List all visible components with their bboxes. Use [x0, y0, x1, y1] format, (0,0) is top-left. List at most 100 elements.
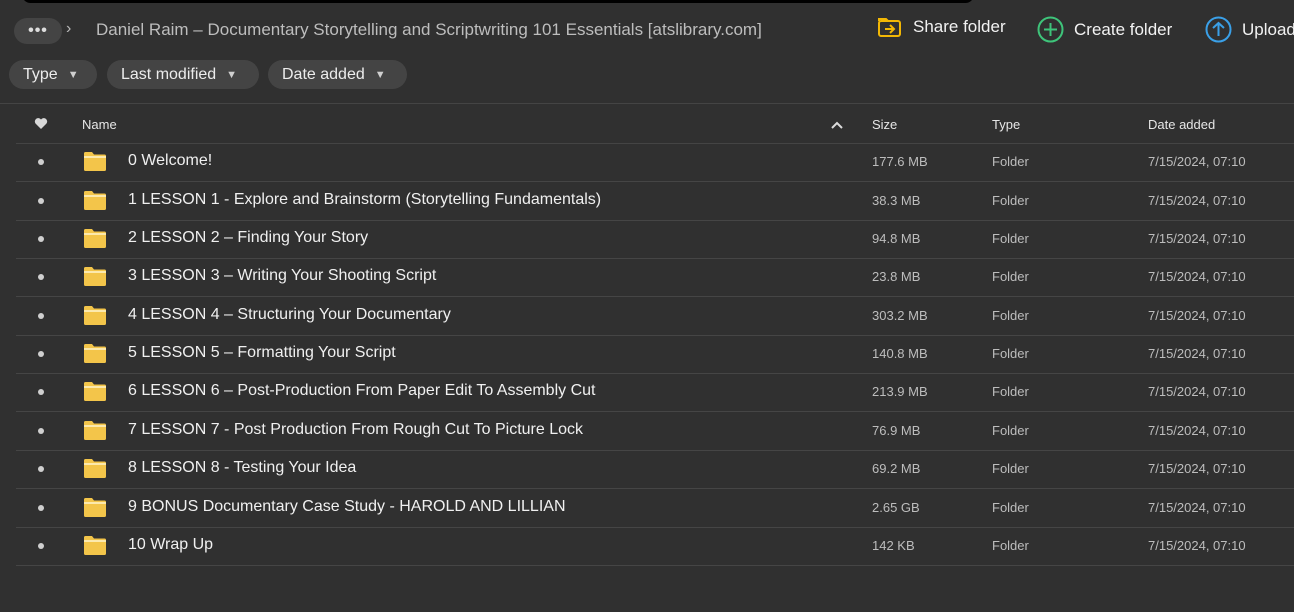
table-row[interactable]: 4 LESSON 4 – Structuring Your Documentar… [16, 297, 1294, 336]
row-type: Folder [992, 193, 1029, 208]
row-type: Folder [992, 538, 1029, 553]
row-size: 177.6 MB [872, 154, 928, 169]
row-type: Folder [992, 346, 1029, 361]
row-name[interactable]: 6 LESSON 6 – Post-Production From Paper … [128, 382, 595, 400]
row-name[interactable]: 0 Welcome! [128, 152, 212, 170]
column-header-date-added[interactable]: Date added [1148, 117, 1215, 132]
row-type: Folder [992, 384, 1029, 399]
chevron-down-icon: ▼ [226, 68, 238, 81]
column-header-name[interactable]: Name [82, 117, 117, 132]
row-dot [38, 313, 44, 319]
table-row[interactable]: 7 LESSON 7 - Post Production From Rough … [16, 412, 1294, 451]
row-size: 94.8 MB [872, 231, 921, 246]
row-dot [38, 505, 44, 511]
row-date-added: 7/15/2024, 07:10 [1148, 538, 1246, 553]
chevron-down-icon: ▼ [374, 68, 386, 81]
table-row[interactable]: 9 BONUS Documentary Case Study - HAROLD … [16, 489, 1294, 528]
plus-circle-icon [1037, 16, 1064, 43]
share-folder-button[interactable]: Share folder [877, 16, 1006, 38]
folder-icon [84, 191, 106, 210]
row-size: 76.9 MB [872, 423, 921, 438]
row-date-added: 7/15/2024, 07:10 [1148, 193, 1246, 208]
row-date-added: 7/15/2024, 07:10 [1148, 500, 1246, 515]
row-dot [38, 159, 44, 165]
row-dot [38, 198, 44, 204]
chevron-up-icon[interactable] [831, 121, 843, 129]
create-folder-button[interactable]: Create folder [1037, 16, 1172, 43]
upload-arrow-icon [1205, 16, 1232, 43]
table-row[interactable]: 6 LESSON 6 – Post-Production From Paper … [16, 373, 1294, 412]
row-type: Folder [992, 154, 1029, 169]
row-name[interactable]: 7 LESSON 7 - Post Production From Rough … [128, 421, 583, 439]
upload-label: Upload [1242, 19, 1294, 39]
ellipsis-icon: ••• [28, 22, 48, 39]
row-name[interactable]: 3 LESSON 3 – Writing Your Shooting Scrip… [128, 267, 436, 285]
row-dot [38, 543, 44, 549]
create-folder-label: Create folder [1074, 19, 1173, 39]
folder-icon [84, 152, 106, 171]
folder-icon [84, 306, 106, 325]
header-bar: ••• › Daniel Raim – Documentary Storytel… [0, 0, 1294, 60]
folder-icon [84, 382, 106, 401]
column-header-type[interactable]: Type [992, 117, 1020, 132]
ellipsis-icon-button[interactable]: ••• [14, 18, 62, 44]
table-row[interactable]: 2 LESSON 2 – Finding Your Story 94.8 MB … [16, 220, 1294, 259]
heart-icon[interactable] [34, 117, 48, 130]
row-type: Folder [992, 423, 1029, 438]
chevron-right-icon: › [66, 20, 72, 37]
row-size: 303.2 MB [872, 308, 928, 323]
column-header-size[interactable]: Size [872, 117, 897, 132]
filter-last-modified[interactable]: Last modified ▼ [107, 60, 259, 89]
table-row[interactable]: 5 LESSON 5 – Formatting Your Script 140.… [16, 335, 1294, 374]
folder-icon [84, 421, 106, 440]
row-size: 2.65 GB [872, 500, 920, 515]
table-row[interactable]: 0 Welcome! 177.6 MB Folder 7/15/2024, 07… [16, 143, 1294, 182]
folder-icon [84, 459, 106, 478]
row-dot [38, 428, 44, 434]
row-size: 69.2 MB [872, 461, 921, 476]
row-name[interactable]: 5 LESSON 5 – Formatting Your Script [128, 344, 396, 362]
row-dot [38, 351, 44, 357]
row-size: 140.8 MB [872, 346, 928, 361]
row-date-added: 7/15/2024, 07:10 [1148, 231, 1246, 246]
row-type: Folder [992, 308, 1029, 323]
row-date-added: 7/15/2024, 07:10 [1148, 346, 1246, 361]
upload-button[interactable]: Upload [1205, 16, 1294, 43]
row-size: 213.9 MB [872, 384, 928, 399]
folder-icon [84, 229, 106, 248]
table-row[interactable]: 3 LESSON 3 – Writing Your Shooting Scrip… [16, 258, 1294, 297]
folder-icon [84, 344, 106, 363]
row-date-added: 7/15/2024, 07:10 [1148, 154, 1246, 169]
row-type: Folder [992, 500, 1029, 515]
row-date-added: 7/15/2024, 07:10 [1148, 423, 1246, 438]
table-row[interactable]: 8 LESSON 8 - Testing Your Idea 69.2 MB F… [16, 450, 1294, 489]
row-type: Folder [992, 461, 1029, 476]
table-row[interactable]: 10 Wrap Up 142 KB Folder 7/15/2024, 07:1… [16, 527, 1294, 566]
row-dot [38, 466, 44, 472]
row-dot [38, 389, 44, 395]
breadcrumb[interactable]: Daniel Raim – Documentary Storytelling a… [96, 20, 762, 40]
row-name[interactable]: 1 LESSON 1 - Explore and Brainstorm (Sto… [128, 191, 601, 209]
row-date-added: 7/15/2024, 07:10 [1148, 308, 1246, 323]
row-type: Folder [992, 269, 1029, 284]
row-name[interactable]: 2 LESSON 2 – Finding Your Story [128, 229, 368, 247]
row-name[interactable]: 10 Wrap Up [128, 536, 213, 554]
filter-date-added-label: Date added [282, 65, 365, 83]
row-date-added: 7/15/2024, 07:10 [1148, 384, 1246, 399]
table-row[interactable]: 1 LESSON 1 - Explore and Brainstorm (Sto… [16, 182, 1294, 221]
chevron-down-icon: ▼ [67, 68, 79, 81]
row-date-added: 7/15/2024, 07:10 [1148, 461, 1246, 476]
row-name[interactable]: 9 BONUS Documentary Case Study - HAROLD … [128, 498, 566, 516]
row-name[interactable]: 8 LESSON 8 - Testing Your Idea [128, 459, 356, 477]
row-size: 23.8 MB [872, 269, 921, 284]
filter-date-added[interactable]: Date added ▼ [268, 60, 407, 89]
share-folder-label: Share folder [913, 17, 1006, 36]
row-name[interactable]: 4 LESSON 4 – Structuring Your Documentar… [128, 306, 451, 324]
share-folder-icon [878, 18, 901, 37]
row-dot [38, 236, 44, 242]
folder-icon [84, 536, 106, 555]
filter-last-modified-label: Last modified [121, 65, 217, 83]
row-size: 38.3 MB [872, 193, 921, 208]
row-size: 142 KB [872, 538, 915, 553]
filter-type[interactable]: Type ▼ [9, 60, 97, 89]
